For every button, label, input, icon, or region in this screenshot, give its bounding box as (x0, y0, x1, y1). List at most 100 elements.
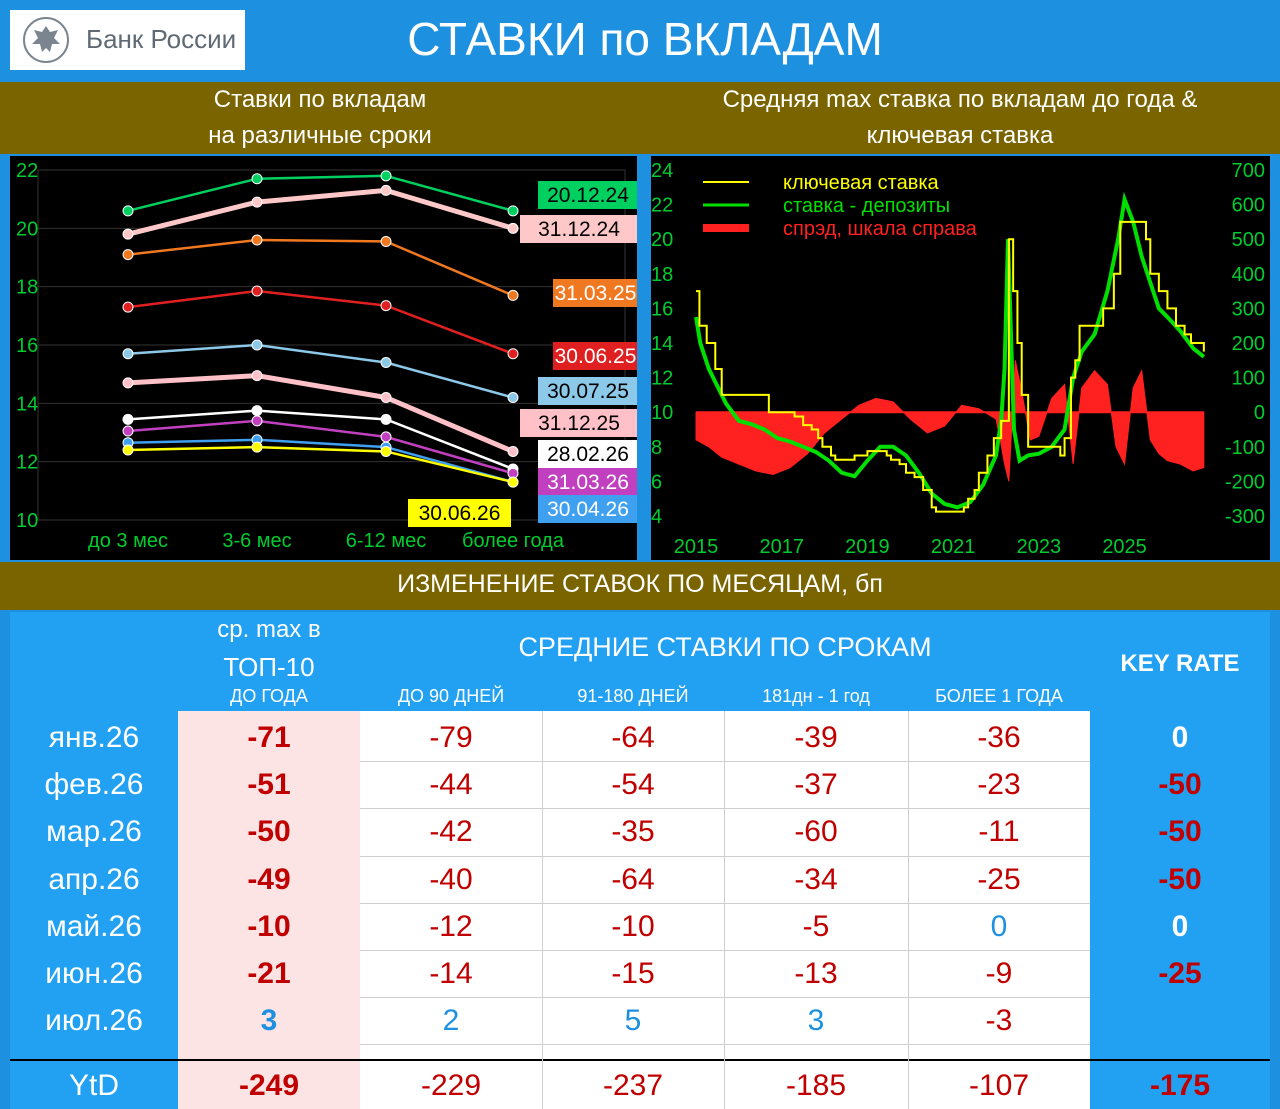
y-tick-label: 10 (651, 402, 673, 424)
page-title: СТАВКИ по ВКЛАДАМ (407, 13, 883, 65)
cell-over1: -9 (985, 957, 1013, 990)
row-label: июн.26 (45, 957, 143, 990)
data-point (251, 441, 263, 453)
data-point (507, 205, 519, 217)
data-point (122, 301, 134, 313)
cell-key: 0 (1171, 721, 1189, 754)
cell-d365: -34 (794, 862, 838, 896)
cell-top10: -51 (247, 768, 291, 802)
x-tick-label: более года (462, 530, 565, 552)
data-point (251, 285, 263, 297)
y-tick-label: 14 (16, 393, 38, 415)
data-point (251, 339, 263, 351)
table-title-band: ИЗМЕНЕНИЕ СТАВОК ПО МЕСЯЦАМ, бп (0, 562, 1280, 610)
data-point (251, 173, 263, 185)
x-tick-label: 2025 (1102, 536, 1147, 558)
header-bar: Банк России СТАВКИ по ВКЛАДАМ (0, 0, 1280, 80)
table-title: ИЗМЕНЕНИЕ СТАВОК ПО МЕСЯЦАМ, бп (397, 570, 883, 598)
y-tick-label: 12 (16, 452, 38, 474)
data-point (251, 415, 263, 427)
row-label: апр.26 (48, 862, 140, 896)
y-tick-label: 24 (651, 160, 673, 182)
y-tick-label: 12 (651, 368, 673, 390)
cell-d90: -79 (429, 721, 473, 754)
cell-d90: 2 (442, 1004, 460, 1038)
x-tick-label: 2023 (1017, 536, 1062, 558)
x-tick-label: 3-6 мес (222, 530, 291, 552)
y2-tick-label: 200 (1232, 333, 1265, 355)
series-label: 31.03.26 (547, 471, 629, 494)
cell-top10: -50 (247, 815, 291, 849)
data-point (507, 348, 519, 360)
eagle-emblem-icon (23, 17, 69, 63)
cell-over1: -36 (977, 721, 1021, 754)
x-tick-label: до 3 мес (88, 530, 168, 552)
data-point (251, 370, 263, 382)
cell-over1: -3 (985, 1004, 1013, 1038)
cell-d180: -10 (611, 909, 655, 943)
cell-d180: -64 (611, 862, 655, 896)
y2-tick-label: -300 (1225, 506, 1265, 528)
series-line (127, 409, 514, 471)
cell-top10: 3 (260, 1004, 278, 1038)
y2-tick-label: 700 (1232, 160, 1265, 182)
cell-key: 0 (1171, 909, 1189, 943)
right-panel-title-line1: Средняя max ставка по вкладам до года & (722, 86, 1198, 113)
cell-key: -25 (1158, 957, 1202, 990)
x-tick-label: 2019 (845, 536, 890, 558)
y-tick-label: 16 (16, 335, 38, 357)
cell-d365: -60 (794, 815, 838, 849)
y2-tick-label: -100 (1225, 437, 1265, 459)
logo-text: Банк России (86, 24, 237, 54)
data-point (251, 405, 263, 417)
data-point (507, 476, 519, 488)
row-label: янв.26 (48, 721, 140, 754)
cell-d365: -37 (794, 768, 838, 802)
cell-top10: -71 (247, 721, 291, 754)
y-tick-label: 10 (16, 510, 38, 532)
cell-key: -50 (1158, 815, 1202, 849)
data-point (380, 392, 392, 403)
series-line (127, 289, 514, 355)
data-point (507, 445, 519, 457)
data-point (380, 413, 392, 425)
row-label: мар.26 (46, 815, 142, 849)
right-panel-title-line2: ключевая ставка (866, 122, 1054, 149)
cell-d365: -5 (802, 909, 830, 943)
left-panel-title-line1: Ставки по вкладам (213, 86, 427, 113)
y2-tick-label: 500 (1232, 229, 1265, 251)
cell-key: -50 (1158, 862, 1202, 896)
data-point (380, 357, 392, 368)
column-divider (908, 711, 909, 1109)
cell-over1: -25 (977, 862, 1021, 896)
y-tick-label: 20 (16, 218, 38, 240)
series-label: 30.06.26 (419, 502, 501, 525)
y-tick-label: 14 (651, 333, 673, 355)
cell-d90: -42 (429, 815, 473, 849)
series-line (127, 343, 514, 399)
term-rates-chart: 10 12 14 16 18 20 22 до 3 мес 3-6 мес 6-12 мес бол… (10, 156, 638, 560)
x-tick-label: 2021 (931, 536, 976, 558)
x-tick-label: 2015 (674, 536, 719, 558)
series-line (127, 445, 514, 484)
cell-over1: -23 (977, 768, 1021, 802)
cell-over1: -11 (978, 815, 1020, 849)
cell-d90: -14 (429, 957, 473, 990)
data-point (122, 205, 134, 217)
ytd-label: YtD (68, 1069, 119, 1102)
table-body: янв.26 -71 -79 -64 -39 -36 0 фев.26 -51 -44 -54 -37… (10, 612, 1270, 1109)
cell-top10: -249 (238, 1069, 300, 1102)
row-label: июл.26 (45, 1004, 143, 1038)
series-label: 31.12.25 (538, 412, 620, 435)
data-point (251, 234, 263, 246)
cell-d90: -229 (420, 1069, 482, 1102)
cell-key (1090, 997, 1270, 1044)
row-divider (360, 1044, 1090, 1046)
data-point (122, 444, 134, 456)
data-point (122, 249, 134, 261)
data-point (380, 300, 392, 312)
data-point (380, 445, 392, 457)
series-label: 30.07.25 (547, 380, 629, 403)
x-tick-label: 6-12 мес (346, 530, 426, 552)
data-point (380, 431, 392, 443)
